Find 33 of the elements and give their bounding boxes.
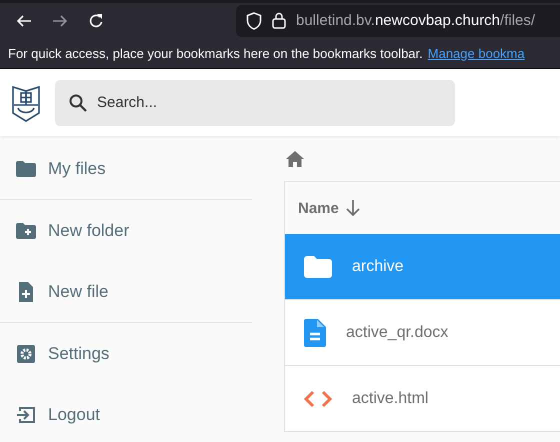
- sort-down-icon[interactable]: [344, 199, 361, 217]
- file-row[interactable]: archive: [285, 234, 560, 300]
- forward-arrow-icon: [52, 12, 68, 28]
- file-plus-icon: [16, 282, 36, 302]
- home-icon[interactable]: [286, 150, 304, 166]
- sidebar-item[interactable]: New folder: [0, 200, 252, 261]
- address-bar[interactable]: bulletind.bv.newcovbap.church/files/: [236, 4, 560, 36]
- logout-icon: [16, 404, 36, 424]
- folder-icon: [304, 256, 332, 278]
- folder-plus-icon: [16, 222, 36, 238]
- sidebar-item[interactable]: My files: [0, 138, 252, 199]
- file-row[interactable]: active_qr.docx: [285, 300, 560, 366]
- manage-bookmarks-link[interactable]: Manage bookma: [428, 46, 525, 60]
- search-field[interactable]: Search...: [55, 80, 455, 126]
- sidebar-item[interactable]: New file: [0, 261, 252, 322]
- lock-icon: [272, 12, 286, 29]
- sidebar-item[interactable]: Logout: [0, 384, 252, 442]
- sidebar-item[interactable]: Settings: [0, 323, 252, 384]
- file-row[interactable]: active.html: [285, 366, 560, 432]
- file-name: active_qr.docx: [346, 324, 448, 342]
- bookmarks-hint: For quick access, place your bookmarks here on the bookmarks toolbar.: [8, 46, 423, 60]
- folder-icon: [16, 160, 36, 176]
- search-icon: [69, 94, 87, 112]
- name-column-header[interactable]: Name: [298, 200, 339, 216]
- code-icon: [304, 390, 332, 408]
- file-name: archive: [352, 258, 404, 276]
- settings-icon: [16, 344, 36, 364]
- url-text: bulletind.bv.newcovbap.church/files/: [296, 12, 536, 29]
- back-arrow-icon: [16, 12, 32, 28]
- shield-icon: [246, 12, 262, 30]
- file-name: active.html: [352, 390, 428, 408]
- document-icon: [304, 318, 326, 346]
- reload-icon: [88, 12, 104, 28]
